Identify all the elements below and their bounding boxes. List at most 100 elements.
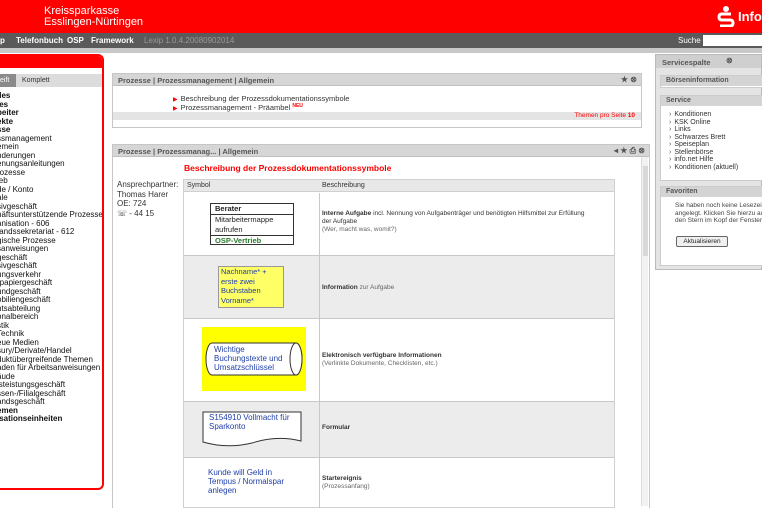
start-line3: anlegen <box>208 486 237 495</box>
left-navigation-panel: eift Komplett lleslesbeiterektessessmana… <box>0 54 104 490</box>
nav-item-telefonbuch[interactable]: Telefonbuch <box>16 36 63 45</box>
sparkasse-logo-icon[interactable] <box>716 5 736 27</box>
contact-label: Ansprechpartner: <box>117 180 179 189</box>
service-link[interactable]: Links <box>661 126 762 134</box>
document-panel-title: Prozesse | Prozessmanag... | Allgemein <box>118 147 259 156</box>
task-tool: OSP-Vertrieb <box>215 236 262 245</box>
fav-line3: den Stern im Kopf der Fenster. <box>675 217 762 224</box>
service-column-title: Servicespalte <box>662 58 711 67</box>
link-praeambel[interactable]: ▶ Prozessmanagement - Präambel NEU <box>173 103 303 112</box>
col-description: Beschreibung <box>322 182 365 189</box>
service-link[interactable]: Speiseplan <box>661 141 762 149</box>
sidebar-item[interactable]: lles <box>0 91 102 101</box>
left-panel-tabs: eift Komplett <box>0 74 102 87</box>
service-link[interactable]: Stellenbörse <box>661 149 762 157</box>
contact-phone: ☏ - 44 15 <box>117 208 155 218</box>
row-title: Interne Aufgabe <box>322 210 372 217</box>
row-text: zur Aufgabe <box>359 284 395 291</box>
top-nav: p Telefonbuch OSP Framework Lexip 1.0.4.… <box>0 33 762 48</box>
app: Kreissparkasse Esslingen-Nürtingen Info p… <box>0 0 762 508</box>
info-line4: Vorname* <box>221 295 254 305</box>
link-praeambel-text: Prozessmanagement - Präambel <box>180 103 291 112</box>
row-sub: (Verlinkte Dokumente, Checklisten, etc.) <box>322 360 438 367</box>
row-title: Information <box>322 284 358 291</box>
document-panel-titlebar: Prozesse | Prozessmanag... | Allgemein ◂ … <box>113 145 649 157</box>
service-link[interactable]: info.net Hilfe <box>661 156 762 164</box>
service-title: Service <box>661 96 762 106</box>
service-link[interactable]: KSK Online <box>661 119 762 127</box>
row-description: Information zur Aufgabe <box>322 284 612 292</box>
einfo-line1: Wichtige <box>214 345 245 354</box>
link-beschreibung[interactable]: ▶ Beschreibung der Prozessdokumentationss… <box>173 94 349 103</box>
info-line1: Nachname* + <box>221 267 267 276</box>
search-input[interactable] <box>703 35 762 46</box>
symbol-cell: Wichtige Buchungstexte und Umsatzschlüss… <box>184 319 320 401</box>
service-box: Service KonditionenKSK OnlineLinksSchwar… <box>660 95 762 181</box>
tab-komplett[interactable]: Komplett <box>22 77 50 84</box>
service-link[interactable]: Konditionen <box>661 111 762 119</box>
per-page-select[interactable]: 10 <box>628 112 635 119</box>
start-line1: Kunde will Geld in <box>208 468 273 477</box>
contact-oe: OE: 724 <box>117 199 147 208</box>
sidebar-item[interactable]: de / Konto <box>0 185 102 195</box>
boersen-title[interactable]: Börseninformation <box>661 76 762 86</box>
nav-item-home[interactable]: p <box>0 36 5 45</box>
symbol-cell: Berater Mitarbeitermappe aufrufen OSP-Ve… <box>184 193 320 255</box>
document-scrollbar[interactable] <box>641 157 648 506</box>
panel-actions-icon[interactable]: ★ ⊗ <box>621 75 637 84</box>
topics-panel-title: Prozesse | Prozessmanagement | Allgemein <box>118 76 275 85</box>
topics-panel-titlebar: Prozesse | Prozessmanagement | Allgemein… <box>113 74 641 86</box>
nav-item-framework[interactable]: Framework <box>91 36 134 45</box>
task-symbol: Berater Mitarbeitermappe aufrufen OSP-Ve… <box>210 203 294 245</box>
row-description: Elektronisch verfügbare Informationen (Ve… <box>322 352 612 368</box>
sidebar-item[interactable]: onalbereich <box>0 312 102 322</box>
sidebar-item[interactable]: aden für Arbeitsanweisungen <box>0 363 102 373</box>
bank-line2: Esslingen-Nürtingen <box>44 16 144 28</box>
favorites-box: Favoriten Sie haben noch keine Lesezei a… <box>660 186 762 266</box>
service-column: Servicespalte ⊗ Börseninformation Service… <box>655 54 762 270</box>
tab-eift[interactable]: eift <box>0 74 16 87</box>
refresh-button[interactable]: Aktualisieren <box>676 236 728 247</box>
nav-item-osp[interactable]: OSP <box>67 36 84 45</box>
start-event-text: Kunde will Geld in Tempus / Normalspar a… <box>208 468 284 495</box>
task-line1: Mitarbeitermappe <box>215 215 274 224</box>
favorites-text: Sie haben noch keine Lesezei angelegt. K… <box>661 197 762 225</box>
form-line2: Sparkonto <box>209 422 246 431</box>
document-actions-icon[interactable]: ◂ ★ ⎙ ⊗ <box>614 146 645 156</box>
sidebar-item[interactable]: rozesse <box>0 168 102 178</box>
sidebar-item[interactable]: beiter <box>0 108 102 118</box>
nav-tree: lleslesbeiterektessessmanagementemeinnde… <box>0 91 102 424</box>
start-line2: Tempus / Normalspar <box>208 477 285 486</box>
row-title: Startereignis <box>322 475 362 482</box>
fav-line1: Sie haben noch keine Lesezei <box>675 202 762 209</box>
close-icon[interactable]: ⊗ <box>726 56 733 65</box>
table-row: Nachname* + erste zwei Buchstaben Vornam… <box>184 256 614 319</box>
symbol-cell: Nachname* + erste zwei Buchstaben Vornam… <box>184 256 320 318</box>
table-row: Wichtige Buchungstexte und Umsatzschlüss… <box>184 319 614 402</box>
favorites-title: Favoriten <box>661 187 762 197</box>
symbol-cell: Kunde will Geld in Tempus / Normalspar a… <box>184 458 320 508</box>
per-page-label: Themen pro Seite <box>574 112 626 119</box>
row-title: Elektronisch verfügbare Informationen <box>322 352 442 359</box>
fav-line2: angelegt. Klicken Sie hierzu au <box>675 209 762 217</box>
electronic-info-text: Wichtige Buchungstexte und Umsatzschlüss… <box>214 345 283 372</box>
row-title: Formular <box>322 424 351 431</box>
row-sub: (Wer, macht was, womit?) <box>322 226 397 233</box>
contact-name: Thomas Harer <box>117 189 169 199</box>
link-beschreibung-text: Beschreibung der Prozessdokumentationssy… <box>180 94 350 103</box>
row-description: Formular <box>322 424 612 432</box>
scrollbar-thumb[interactable] <box>643 166 648 256</box>
row-text: incl. Nennung von Aufgabenträger und ben… <box>373 210 585 217</box>
row-description: Startereignis (Prozessanfang) <box>322 475 612 491</box>
task-line2: aufrufen <box>211 225 293 236</box>
service-link[interactable]: Konditionen (aktuell) <box>661 164 762 172</box>
sidebar-item[interactable]: isationseinheiten <box>0 414 102 424</box>
bank-name: Kreissparkasse Esslingen-Nürtingen <box>44 6 143 28</box>
task-role: Berater <box>211 204 293 215</box>
search-label: Suche <box>678 36 701 45</box>
service-link[interactable]: Schwarzes Brett <box>661 134 762 142</box>
new-badge: NEU <box>292 103 303 109</box>
sidebar-item[interactable]: ekte <box>0 117 102 127</box>
service-list: KonditionenKSK OnlineLinksSchwarzes Bret… <box>661 106 762 171</box>
symbol-table: Symbol Beschreibung Berater Mitarbeiterma… <box>183 179 615 508</box>
